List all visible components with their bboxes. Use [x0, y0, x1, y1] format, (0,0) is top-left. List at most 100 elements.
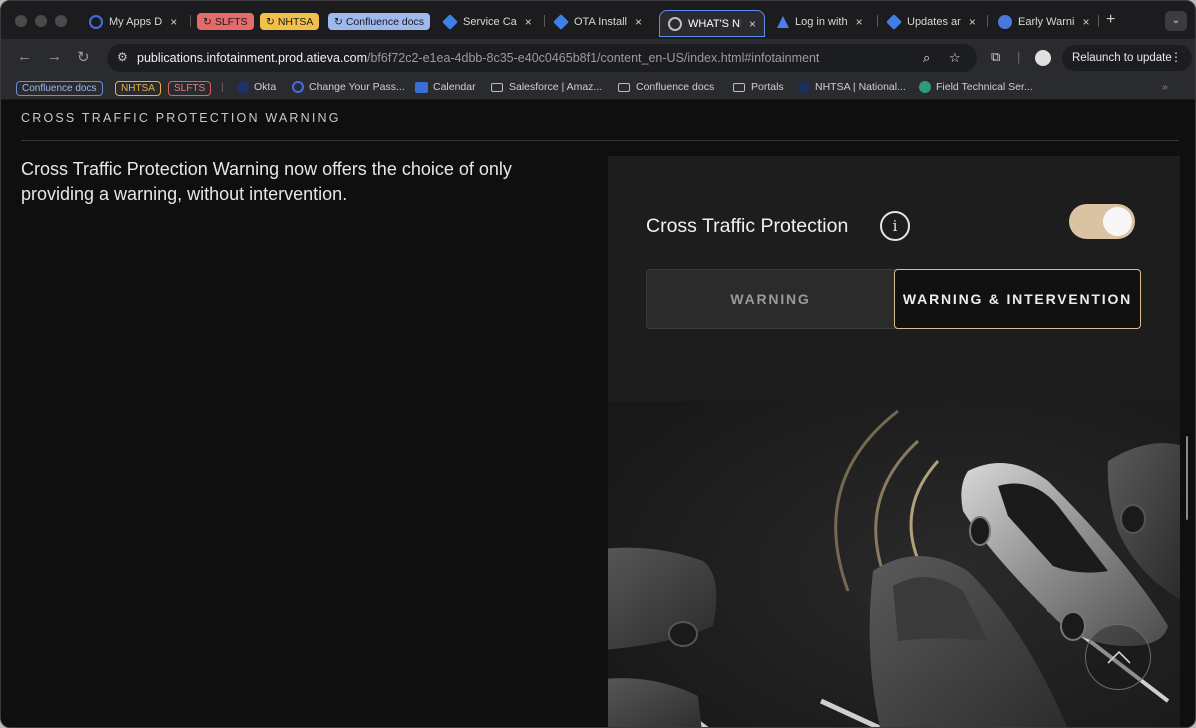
chevron-up-icon	[1107, 650, 1131, 664]
more-menu-icon[interactable]: ⋮	[1170, 50, 1182, 64]
tab-label: Updates ar	[907, 15, 961, 28]
window-controls	[15, 15, 67, 27]
site-settings-icon[interactable]: ⚙	[117, 50, 128, 64]
bookmark-star-icon[interactable]: ☆	[949, 50, 961, 66]
tab-label: OTA Install	[574, 15, 627, 28]
forward-icon[interactable]: →	[47, 48, 62, 65]
folder-icon	[733, 82, 745, 92]
tab-group-nhtsa[interactable]: ↻ NHTSA	[260, 13, 320, 30]
tab-strip: My Apps D × ↻ SLFTS ↻ NHTSA ↻ Confluence do…	[1, 1, 1195, 39]
cross-traffic-protection-toggle[interactable]	[1069, 204, 1135, 239]
browser-window: My Apps D × ↻ SLFTS ↻ NHTSA ↻ Confluence do…	[0, 0, 1196, 728]
bookmark-group-nhtsa[interactable]: NHTSA	[115, 81, 161, 96]
tab-separator	[544, 15, 545, 27]
folder-icon	[618, 82, 630, 92]
jira-icon	[887, 13, 902, 30]
calendar-icon	[415, 81, 428, 93]
info-icon[interactable]: i	[880, 211, 910, 241]
page-scrollbar[interactable]	[1186, 436, 1188, 520]
extensions-icon[interactable]: ⧉	[991, 49, 1000, 65]
app-icon	[998, 14, 1012, 29]
tab-service-campaign[interactable]: Service Ca ×	[443, 9, 539, 34]
tab-group-label: NHTSA	[277, 15, 314, 28]
scroll-to-top-button[interactable]	[1085, 624, 1151, 690]
bookmark-portals[interactable]: Portals	[733, 81, 784, 93]
maximize-window-button[interactable]	[55, 15, 67, 27]
tab-label: Service Ca	[463, 15, 517, 28]
relaunch-label: Relaunch to update	[1072, 52, 1172, 64]
section-divider	[21, 140, 1179, 141]
bookmark-okta[interactable]: Okta	[237, 81, 276, 93]
minimize-window-button[interactable]	[35, 15, 47, 27]
link-icon: ↻	[203, 15, 212, 28]
tab-separator	[987, 15, 988, 27]
wheel	[1120, 504, 1146, 534]
close-tab-icon[interactable]: ×	[525, 15, 532, 29]
close-tab-icon[interactable]: ×	[856, 15, 863, 29]
close-tab-icon[interactable]: ×	[749, 17, 756, 31]
nhtsa-icon	[798, 81, 810, 93]
app-icon	[919, 81, 931, 93]
bookmark-nhtsa[interactable]: NHTSA | National...	[798, 81, 906, 93]
bookmark-salesforce[interactable]: Salesforce | Amaz...	[491, 81, 602, 93]
bookmark-separator: |	[221, 81, 224, 93]
close-window-button[interactable]	[15, 15, 27, 27]
bookmark-group-slfts[interactable]: SLFTS	[168, 81, 212, 96]
wheel	[668, 621, 698, 647]
bookmark-field-technical[interactable]: Field Technical Ser...	[919, 81, 1033, 93]
feature-illustration-panel: Cross Traffic Protection i WARNING WARNI…	[608, 156, 1180, 727]
tab-whats-new[interactable]: WHAT'S NE ×	[659, 10, 765, 37]
relaunch-button[interactable]: Relaunch to update ⋮	[1062, 45, 1192, 71]
tab-my-apps[interactable]: My Apps D ×	[89, 9, 187, 34]
url-host: publications.infotainment.prod.atieva.co…	[137, 51, 367, 65]
bookmark-label: Okta	[254, 81, 277, 93]
bookmarks-overflow-icon[interactable]: »	[1162, 81, 1168, 93]
link-icon: ↻	[266, 15, 275, 28]
toggle-knob	[1103, 207, 1132, 236]
toolbar-divider: |	[1017, 49, 1021, 64]
close-tab-icon[interactable]: ×	[170, 15, 177, 29]
address-bar[interactable]: ⚙ publications.infotainment.prod.atieva.…	[107, 44, 977, 72]
tab-label: Early Warni	[1018, 15, 1075, 28]
bookmark-calendar[interactable]: Calendar	[415, 81, 476, 93]
profile-avatar-icon[interactable]	[1035, 50, 1051, 66]
okta-icon	[89, 14, 103, 29]
tab-updates[interactable]: Updates ar ×	[887, 9, 981, 34]
url-path: /bf6f72c2-e1ea-4dbb-8c35-e40c0465b8f1/co…	[367, 51, 820, 65]
zoom-icon[interactable]: ⌕	[923, 50, 930, 66]
tab-ota-install[interactable]: OTA Install ×	[554, 9, 652, 34]
page-content: CROSS TRAFFIC PROTECTION WARNING Cross T…	[1, 100, 1195, 727]
tab-early-warning[interactable]: Early Warni ×	[998, 9, 1092, 34]
tab-label: WHAT'S NE	[688, 17, 741, 30]
tab-label: Log in with	[795, 15, 848, 28]
tab-group-label: Confluence docs	[345, 15, 425, 28]
link-icon: ↻	[334, 15, 343, 28]
tab-log-in[interactable]: Log in with ×	[777, 9, 871, 34]
wheel	[969, 516, 991, 546]
url-text[interactable]: publications.infotainment.prod.atieva.co…	[137, 51, 819, 65]
tab-group-label: SLFTS	[214, 15, 248, 28]
tab-label: My Apps D	[109, 15, 163, 28]
back-icon[interactable]: ←	[17, 48, 32, 65]
bookmarks-bar: Confluence docs NHTSA SLFTS | Okta Chang…	[1, 77, 1195, 100]
tab-group-slfts[interactable]: ↻ SLFTS	[197, 13, 254, 30]
close-tab-icon[interactable]: ×	[635, 15, 642, 29]
close-tab-icon[interactable]: ×	[969, 15, 976, 29]
tab-group-confluence[interactable]: ↻ Confluence docs	[328, 13, 431, 30]
tab-search-button[interactable]: ⌄	[1165, 11, 1187, 31]
warning-option-button[interactable]: WARNING	[647, 270, 894, 328]
okta-icon	[292, 81, 304, 93]
bookmark-label: Change Your Pass...	[309, 81, 405, 93]
cross-traffic-protection-label: Cross Traffic Protection	[646, 215, 849, 237]
toolbar: ← → ↻ ⚙ publications.infotainment.prod.a…	[1, 39, 1195, 77]
warning-intervention-option-button[interactable]: WARNING & INTERVENTION	[894, 269, 1141, 329]
bookmark-change-password[interactable]: Change Your Pass...	[292, 81, 405, 93]
bookmark-group-confluence[interactable]: Confluence docs	[16, 81, 103, 96]
atlassian-icon	[777, 15, 789, 28]
new-tab-button[interactable]: +	[1106, 11, 1115, 29]
bookmark-confluence-docs[interactable]: Confluence docs	[618, 81, 714, 93]
close-tab-icon[interactable]: ×	[1082, 15, 1089, 29]
reload-icon[interactable]: ↻	[77, 48, 90, 66]
tab-separator	[190, 15, 191, 27]
bookmark-label: Confluence docs	[636, 81, 715, 93]
